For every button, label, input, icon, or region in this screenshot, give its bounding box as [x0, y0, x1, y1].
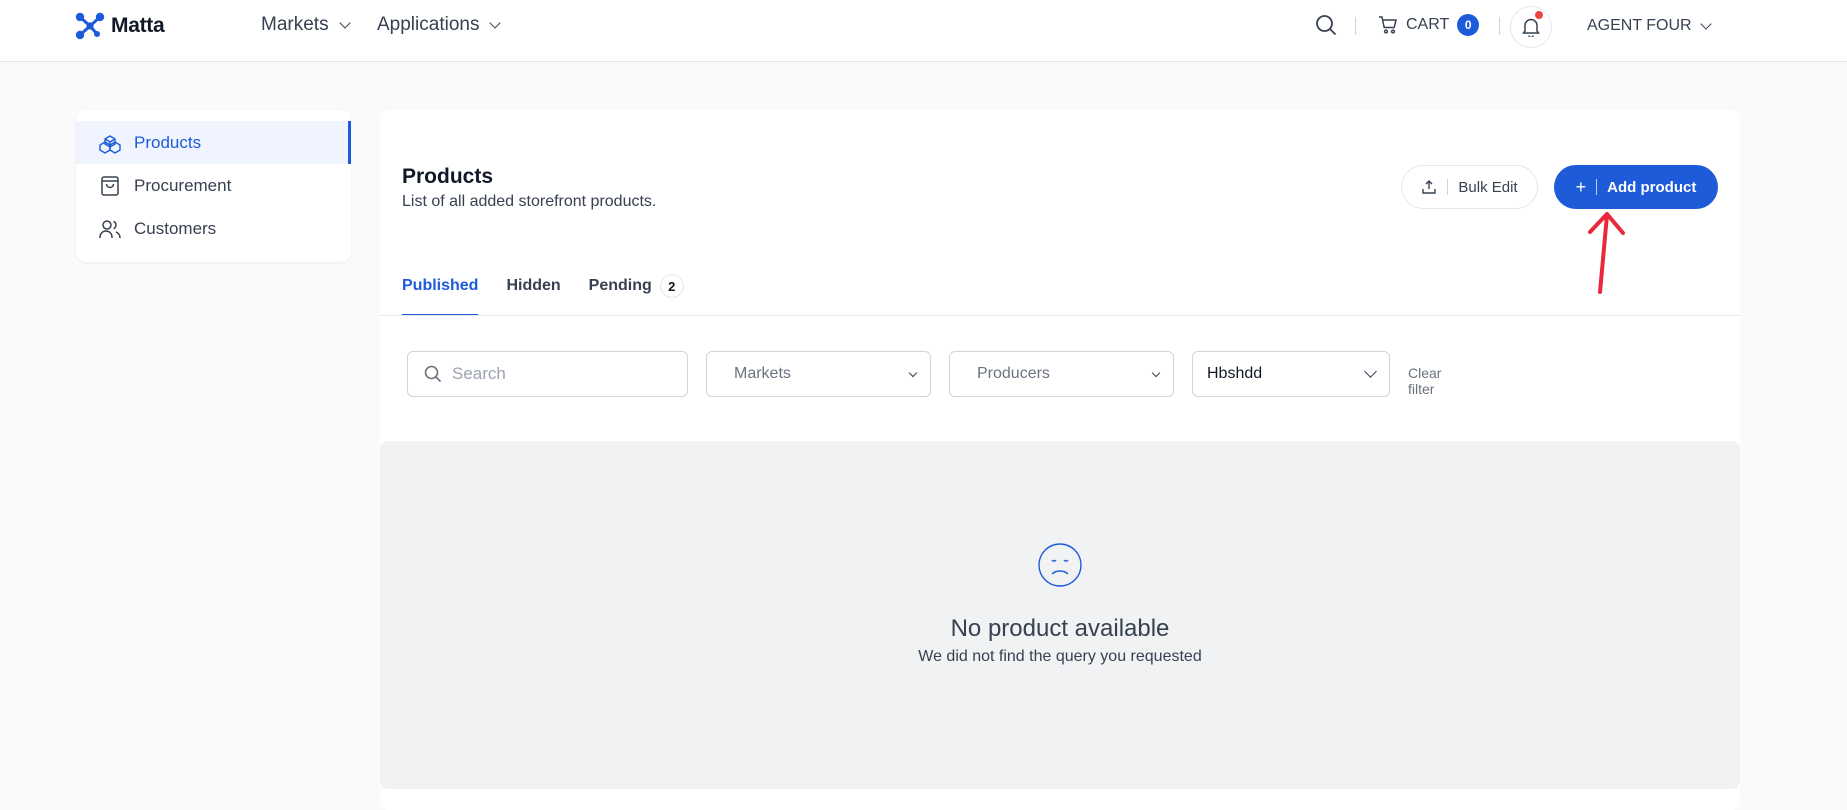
cart-count-badge: 0 — [1457, 14, 1480, 36]
cart-icon — [1379, 16, 1397, 34]
divider — [1596, 179, 1598, 195]
sidebar-item-label: Customers — [134, 218, 217, 238]
sidebar-item-label: Products — [134, 132, 202, 152]
top-navbar: Matta Markets Applications CART 0 AGENT — [0, 0, 1847, 62]
cart-label: CART — [1406, 16, 1450, 33]
chevron-down-icon — [1151, 368, 1161, 377]
empty-state: No product available We did not find the… — [380, 441, 1740, 789]
tab-published[interactable]: Published — [402, 261, 479, 316]
logo-icon — [75, 12, 105, 40]
add-product-label: Add product — [1607, 178, 1697, 196]
upload-icon — [1422, 180, 1437, 194]
page-title: Products — [402, 165, 494, 188]
products-panel: Products List of all added storefront pr… — [380, 110, 1740, 810]
sad-face-icon — [1038, 543, 1082, 587]
tab-label: Published — [402, 277, 479, 294]
notification-dot — [1535, 11, 1543, 19]
logo-text: Matta — [111, 14, 165, 37]
cart-button[interactable]: CART 0 — [1378, 14, 1480, 36]
product-tabs: Published Hidden Pending 2 — [402, 261, 684, 316]
chevron-down-icon — [338, 16, 351, 29]
nav-applications[interactable]: Applications — [377, 14, 502, 36]
bulk-edit-label: Bulk Edit — [1458, 178, 1518, 196]
markets-select-label: Markets — [734, 365, 791, 382]
page-subtitle: List of all added storefront products. — [402, 193, 657, 210]
sidebar-item-products[interactable]: Products — [76, 121, 351, 164]
category-select-value: Hbshdd — [1207, 365, 1263, 382]
pending-count-badge: 2 — [659, 274, 684, 298]
annotation-arrow — [1588, 212, 1625, 294]
chevron-down-icon — [1364, 365, 1377, 378]
tab-label: Pending — [588, 277, 652, 294]
sidebar-item-procurement[interactable]: Procurement — [76, 164, 351, 207]
tab-hidden[interactable]: Hidden — [506, 261, 560, 316]
boxes-icon — [99, 134, 121, 154]
plus-icon: + — [1575, 176, 1587, 197]
nav-markets[interactable]: Markets — [261, 14, 351, 36]
chevron-down-icon — [1699, 17, 1712, 30]
tab-label: Hidden — [506, 277, 561, 294]
search-box[interactable] — [407, 351, 688, 397]
markets-select[interactable]: Markets — [706, 351, 931, 397]
search-icon[interactable] — [1314, 13, 1338, 37]
sidebar: Products Procurement Customers — [76, 110, 351, 262]
empty-state-title: No product available — [950, 615, 1170, 642]
shopping-bag-icon — [101, 175, 119, 196]
users-icon — [99, 219, 121, 238]
sidebar-item-label: Procurement — [134, 175, 232, 195]
chevron-down-icon — [908, 368, 918, 377]
bell-icon — [1522, 18, 1540, 37]
notifications-button[interactable] — [1510, 6, 1552, 48]
clear-filter-link[interactable]: Clear filter — [1408, 365, 1441, 397]
search-input[interactable] — [452, 364, 672, 384]
tabs-divider — [380, 315, 1740, 316]
producers-select-label: Producers — [977, 365, 1050, 382]
divider — [1355, 17, 1356, 35]
matta-logo[interactable]: Matta — [75, 12, 165, 40]
divider — [1499, 17, 1500, 35]
search-icon — [424, 365, 442, 383]
user-name: AGENT FOUR — [1587, 17, 1692, 34]
sidebar-item-customers[interactable]: Customers — [76, 207, 351, 250]
divider — [1447, 179, 1449, 195]
bulk-edit-button[interactable]: Bulk Edit — [1401, 165, 1538, 209]
category-select[interactable]: Hbshdd — [1192, 351, 1390, 397]
nav-applications-label: Applications — [377, 14, 480, 35]
tab-pending[interactable]: Pending 2 — [589, 261, 684, 316]
empty-state-message: We did not find the query you requested — [918, 648, 1202, 665]
user-menu[interactable]: AGENT FOUR — [1587, 17, 1712, 35]
producers-select[interactable]: Producers — [949, 351, 1174, 397]
chevron-down-icon — [489, 16, 502, 29]
nav-markets-label: Markets — [261, 14, 329, 35]
